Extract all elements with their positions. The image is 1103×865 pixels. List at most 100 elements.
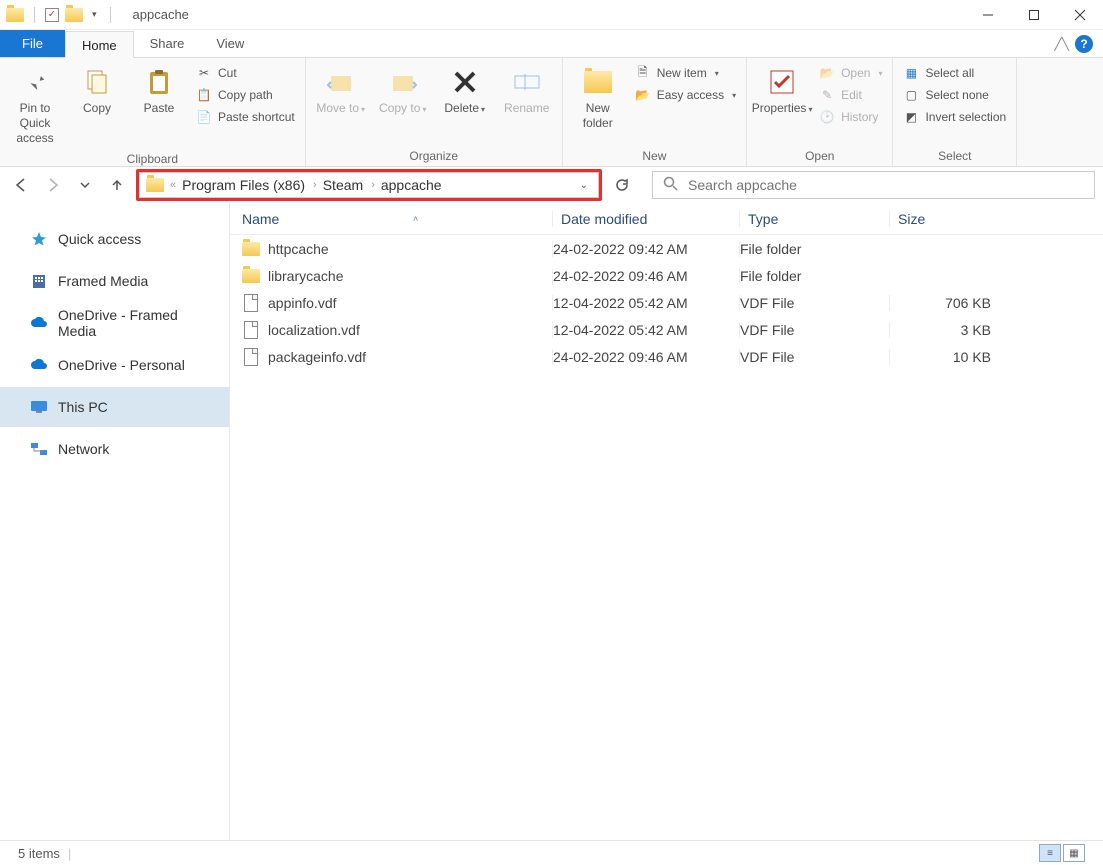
breadcrumb-segment[interactable]: Steam bbox=[323, 177, 363, 193]
easy-access-button[interactable]: 📂Easy access▾ bbox=[631, 84, 740, 106]
copy-path-button[interactable]: 📋Copy path bbox=[192, 84, 299, 106]
chevron-right-icon: › bbox=[313, 179, 317, 191]
folder-icon bbox=[146, 178, 164, 192]
file-size: 10 KB bbox=[889, 349, 1009, 365]
file-name: appinfo.vdf bbox=[268, 295, 337, 311]
tab-home[interactable]: Home bbox=[65, 31, 134, 58]
tab-file[interactable]: File bbox=[0, 30, 65, 57]
select-all-button[interactable]: ▦Select all bbox=[899, 62, 1010, 84]
sidebar-item-onedrive-personal[interactable]: OneDrive - Personal bbox=[0, 345, 229, 385]
pc-icon bbox=[30, 398, 48, 416]
minimize-button[interactable] bbox=[965, 0, 1011, 30]
invert-selection-icon: ◩ bbox=[903, 109, 919, 125]
address-dropdown-icon[interactable]: ⌄ bbox=[576, 180, 592, 191]
select-group-label: Select bbox=[899, 147, 1010, 164]
pin-quick-access-button[interactable]: Pin to Quick access bbox=[6, 62, 64, 150]
open-button[interactable]: 📂Open▾ bbox=[815, 62, 886, 84]
file-row[interactable]: localization.vdf12-04-2022 05:42 AMVDF F… bbox=[230, 316, 1103, 343]
select-all-icon: ▦ bbox=[903, 65, 919, 81]
sidebar-item-onedrive-framed-media[interactable]: OneDrive - Framed Media bbox=[0, 303, 229, 343]
move-to-icon bbox=[325, 66, 357, 98]
edit-button[interactable]: ✎Edit bbox=[815, 84, 886, 106]
column-header-type[interactable]: Type bbox=[739, 211, 889, 227]
folder-icon bbox=[242, 269, 260, 283]
qat-properties-icon[interactable]: ✓ bbox=[45, 8, 59, 22]
search-box[interactable] bbox=[652, 171, 1095, 199]
select-none-button[interactable]: ▢Select none bbox=[899, 84, 1010, 106]
file-type: File folder bbox=[739, 268, 889, 284]
new-folder-icon bbox=[582, 66, 614, 98]
cut-button[interactable]: ✂Cut bbox=[192, 62, 299, 84]
file-type: VDF File bbox=[739, 349, 889, 365]
qat-folder-icon[interactable] bbox=[65, 8, 83, 22]
column-headers: Name˄ Date modified Type Size bbox=[230, 203, 1103, 235]
new-item-button[interactable]: 🗎New item▾ bbox=[631, 62, 740, 84]
search-input[interactable] bbox=[688, 177, 1084, 193]
sidebar-item-this-pc[interactable]: This PC bbox=[0, 387, 229, 427]
qat-dropdown-icon[interactable]: ▾ bbox=[89, 9, 100, 20]
collapse-ribbon-icon[interactable]: ╱╲ bbox=[1055, 37, 1069, 51]
sidebar-item-network[interactable]: Network bbox=[0, 429, 229, 469]
file-row[interactable]: librarycache24-02-2022 09:46 AMFile fold… bbox=[230, 262, 1103, 289]
file-row[interactable]: httpcache24-02-2022 09:42 AMFile folder bbox=[230, 235, 1103, 262]
chevron-down-icon: ▾ bbox=[808, 105, 812, 114]
address-bar[interactable]: « Program Files (x86)› Steam› appcache ⌄ bbox=[139, 172, 599, 198]
cloud-icon bbox=[30, 314, 48, 332]
copy-to-button[interactable]: Copy to▾ bbox=[374, 62, 432, 120]
file-row[interactable]: packageinfo.vdf24-02-2022 09:46 AMVDF Fi… bbox=[230, 343, 1103, 370]
column-header-size[interactable]: Size bbox=[889, 211, 1009, 227]
organize-group-label: Organize bbox=[312, 147, 556, 164]
file-date: 12-04-2022 05:42 AM bbox=[552, 295, 739, 311]
paste-shortcut-button[interactable]: 📄Paste shortcut bbox=[192, 106, 299, 128]
large-icons-view-button[interactable]: ▦ bbox=[1063, 844, 1085, 862]
recent-locations-button[interactable] bbox=[72, 172, 98, 198]
maximize-button[interactable] bbox=[1011, 0, 1057, 30]
help-icon[interactable]: ? bbox=[1075, 35, 1093, 53]
history-button[interactable]: 🕑History bbox=[815, 106, 886, 128]
file-name: packageinfo.vdf bbox=[268, 349, 366, 365]
file-icon bbox=[244, 321, 258, 339]
breadcrumb-segment[interactable]: appcache bbox=[381, 177, 442, 193]
column-header-name[interactable]: Name˄ bbox=[230, 211, 552, 227]
file-row[interactable]: appinfo.vdf12-04-2022 05:42 AMVDF File70… bbox=[230, 289, 1103, 316]
back-button[interactable] bbox=[8, 172, 34, 198]
rename-button[interactable]: Rename bbox=[498, 62, 556, 120]
select-none-icon: ▢ bbox=[903, 87, 919, 103]
sidebar-item-framed-media[interactable]: Framed Media bbox=[0, 261, 229, 301]
file-date: 12-04-2022 05:42 AM bbox=[552, 322, 739, 338]
clipboard-group-label: Clipboard bbox=[6, 150, 299, 167]
details-view-button[interactable]: ≡ bbox=[1039, 844, 1061, 862]
new-folder-button[interactable]: New folder bbox=[569, 62, 627, 135]
easy-access-icon: 📂 bbox=[635, 87, 651, 103]
file-type: VDF File bbox=[739, 295, 889, 311]
tab-share[interactable]: Share bbox=[134, 30, 201, 57]
paste-icon bbox=[143, 66, 175, 98]
titlebar: ✓ ▾ appcache bbox=[0, 0, 1103, 30]
sidebar-item-quick-access[interactable]: Quick access bbox=[0, 219, 229, 259]
chevron-down-icon: ▾ bbox=[732, 91, 736, 100]
move-to-button[interactable]: Move to▾ bbox=[312, 62, 370, 120]
menubar: File Home Share View ╱╲ ? bbox=[0, 30, 1103, 58]
file-icon bbox=[244, 294, 258, 312]
status-text: 5 items bbox=[18, 846, 60, 861]
file-name: httpcache bbox=[268, 241, 329, 257]
invert-selection-button[interactable]: ◩Invert selection bbox=[899, 106, 1010, 128]
tab-view[interactable]: View bbox=[200, 30, 260, 57]
ribbon: Pin to Quick access Copy Paste ✂Cut 📋Cop… bbox=[0, 58, 1103, 167]
copy-path-icon: 📋 bbox=[196, 87, 212, 103]
forward-button[interactable] bbox=[40, 172, 66, 198]
breadcrumb-segment[interactable]: Program Files (x86) bbox=[182, 177, 305, 193]
column-header-date[interactable]: Date modified bbox=[552, 211, 739, 227]
chevron-down-icon: ▾ bbox=[422, 105, 426, 114]
app-icon bbox=[6, 8, 24, 22]
sort-indicator-icon: ˄ bbox=[413, 214, 418, 224]
delete-button[interactable]: Delete▾ bbox=[436, 62, 494, 120]
properties-button[interactable]: Properties▾ bbox=[753, 62, 811, 120]
paste-button[interactable]: Paste bbox=[130, 62, 188, 120]
close-button[interactable] bbox=[1057, 0, 1103, 30]
window-title: appcache bbox=[121, 7, 189, 22]
history-icon: 🕑 bbox=[819, 109, 835, 125]
up-button[interactable] bbox=[104, 172, 130, 198]
copy-button[interactable]: Copy bbox=[68, 62, 126, 120]
refresh-button[interactable] bbox=[608, 171, 636, 199]
